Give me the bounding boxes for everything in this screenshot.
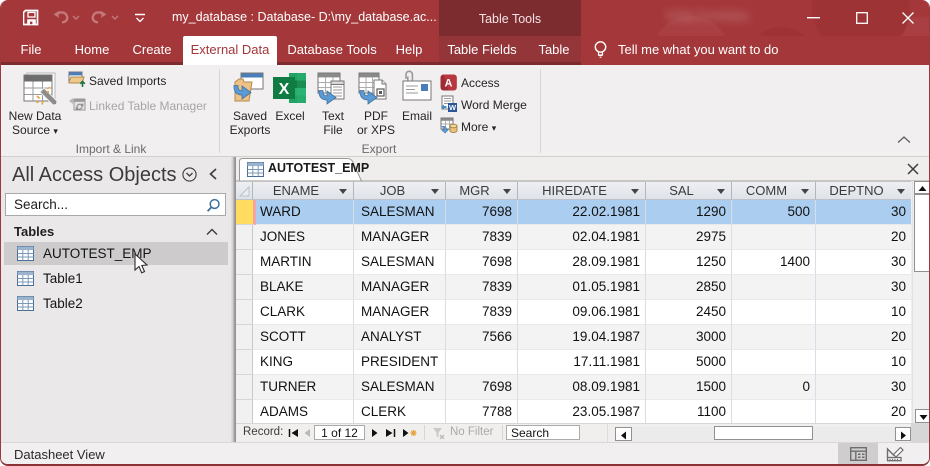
svg-text:A: A [445,78,453,90]
svg-text:X: X [279,81,290,98]
svg-text:W: W [449,103,457,112]
